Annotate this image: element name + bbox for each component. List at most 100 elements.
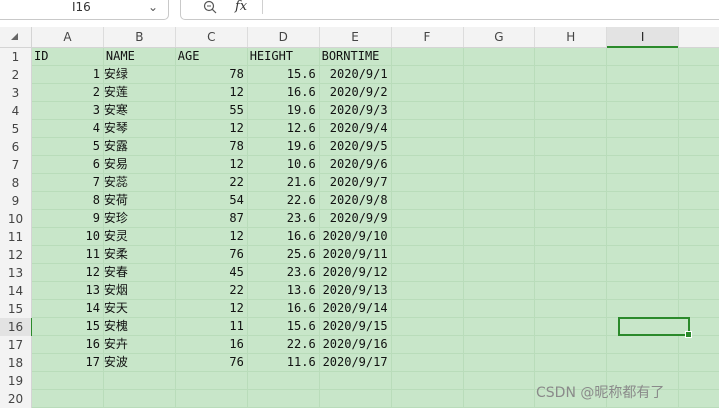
cell-empty[interactable] — [392, 66, 464, 83]
cell-name[interactable]: 安蕊 — [104, 174, 176, 191]
cell-empty[interactable] — [392, 210, 464, 227]
column-header-i[interactable]: I — [607, 27, 680, 48]
column-header-d[interactable]: D — [248, 27, 320, 47]
row-header-16[interactable]: 16 — [0, 318, 33, 336]
column-header-b[interactable]: B — [104, 27, 176, 47]
cell-empty[interactable] — [392, 318, 464, 335]
cell-empty[interactable] — [535, 354, 608, 371]
cell-height[interactable]: 16.6 — [248, 84, 320, 101]
cell-age[interactable]: 45 — [176, 264, 248, 281]
row-header-2[interactable]: 2 — [0, 66, 32, 84]
cell-empty[interactable] — [607, 282, 680, 299]
cell-empty[interactable] — [463, 264, 536, 281]
cell-name[interactable]: 安荷 — [104, 192, 176, 209]
cell-height[interactable]: 19.6 — [248, 138, 320, 155]
cell-empty[interactable] — [463, 156, 536, 173]
cell-name[interactable] — [104, 372, 176, 389]
cell-id[interactable]: 1 — [32, 66, 104, 83]
cell-name[interactable]: 安莲 — [104, 84, 176, 101]
cell-id[interactable]: 16 — [32, 336, 104, 353]
cell-empty[interactable] — [535, 66, 608, 83]
cell-borntime[interactable]: 2020/9/5 — [320, 138, 392, 155]
cell-borntime[interactable]: 2020/9/1 — [320, 66, 392, 83]
cell-id[interactable]: 12 — [32, 264, 104, 281]
cell-empty[interactable] — [607, 336, 680, 353]
cell-age[interactable]: 22 — [176, 174, 248, 191]
cell-empty[interactable] — [463, 210, 536, 227]
cell-height[interactable]: 22.6 — [248, 336, 320, 353]
row-header-19[interactable]: 19 — [0, 372, 32, 390]
select-all-button[interactable] — [0, 27, 32, 47]
zoom-icon[interactable] — [203, 0, 217, 14]
cell-age[interactable]: 76 — [176, 246, 248, 263]
cell-empty[interactable] — [392, 174, 464, 191]
cell-empty[interactable] — [463, 174, 536, 191]
cell-empty[interactable] — [535, 228, 608, 245]
cell-empty[interactable] — [535, 120, 608, 137]
cell-empty[interactable] — [607, 174, 680, 191]
cell-empty[interactable] — [392, 372, 464, 389]
cell-name[interactable]: 安烟 — [104, 282, 176, 299]
cell-empty[interactable] — [535, 336, 608, 353]
cell-borntime[interactable]: 2020/9/10 — [320, 228, 392, 245]
formula-input[interactable]: fx — [180, 0, 719, 20]
cell-age[interactable]: 87 — [176, 210, 248, 227]
column-header-g[interactable]: G — [463, 27, 536, 47]
cell-height[interactable]: 13.6 — [248, 282, 320, 299]
active-cell-selection[interactable] — [618, 317, 692, 338]
cell-id[interactable]: 7 — [32, 174, 104, 191]
cell-height[interactable]: 10.6 — [248, 156, 320, 173]
cell-age[interactable] — [176, 390, 248, 407]
cell-height[interactable]: 23.6 — [248, 210, 320, 227]
row-header-17[interactable]: 17 — [0, 336, 32, 354]
row-header-13[interactable]: 13 — [0, 264, 32, 282]
cell-name[interactable]: 安波 — [104, 354, 176, 371]
cell-empty[interactable] — [463, 336, 536, 353]
cell-id[interactable]: ID — [32, 48, 104, 65]
cell-id[interactable]: 13 — [32, 282, 104, 299]
cell-empty[interactable] — [392, 102, 464, 119]
cell-empty[interactable] — [607, 120, 680, 137]
cell-empty[interactable] — [392, 138, 464, 155]
cell-name[interactable]: NAME — [104, 48, 176, 65]
cell-height[interactable]: 25.6 — [248, 246, 320, 263]
cell-empty[interactable] — [535, 210, 608, 227]
cell-borntime[interactable]: 2020/9/17 — [320, 354, 392, 371]
cell-borntime[interactable]: 2020/9/11 — [320, 246, 392, 263]
cell-borntime[interactable]: 2020/9/13 — [320, 282, 392, 299]
column-header-h[interactable]: H — [535, 27, 608, 47]
fx-icon[interactable]: fx — [235, 0, 247, 14]
dropdown-arrow-icon[interactable]: ⌄ — [148, 0, 158, 14]
cell-empty[interactable] — [392, 48, 464, 65]
cell-borntime[interactable]: 2020/9/4 — [320, 120, 392, 137]
cell-empty[interactable] — [535, 156, 608, 173]
row-header-7[interactable]: 7 — [0, 156, 32, 174]
column-header-c[interactable]: C — [176, 27, 248, 47]
cell-empty[interactable] — [392, 84, 464, 101]
cell-id[interactable]: 8 — [32, 192, 104, 209]
cell-empty[interactable] — [535, 192, 608, 209]
cell-name[interactable]: 安绿 — [104, 66, 176, 83]
cell-age[interactable]: 54 — [176, 192, 248, 209]
cell-empty[interactable] — [535, 84, 608, 101]
cell-empty[interactable] — [463, 300, 536, 317]
cell-empty[interactable] — [607, 264, 680, 281]
cell-height[interactable]: 15.6 — [248, 66, 320, 83]
cell-borntime[interactable]: 2020/9/7 — [320, 174, 392, 191]
row-header-14[interactable]: 14 — [0, 282, 32, 300]
row-header-10[interactable]: 10 — [0, 210, 32, 228]
cell-empty[interactable] — [607, 354, 680, 371]
cell-name[interactable]: 安珍 — [104, 210, 176, 227]
row-header-15[interactable]: 15 — [0, 300, 32, 318]
cell-id[interactable]: 11 — [32, 246, 104, 263]
cell-borntime[interactable]: 2020/9/16 — [320, 336, 392, 353]
cell-empty[interactable] — [607, 66, 680, 83]
cell-age[interactable] — [176, 372, 248, 389]
cell-id[interactable] — [32, 390, 104, 407]
cell-height[interactable]: 16.6 — [248, 228, 320, 245]
cell-name[interactable]: 安易 — [104, 156, 176, 173]
column-header-e[interactable]: E — [320, 27, 392, 47]
cell-height[interactable]: 15.6 — [248, 318, 320, 335]
cell-borntime[interactable] — [320, 390, 392, 407]
cell-empty[interactable] — [535, 174, 608, 191]
